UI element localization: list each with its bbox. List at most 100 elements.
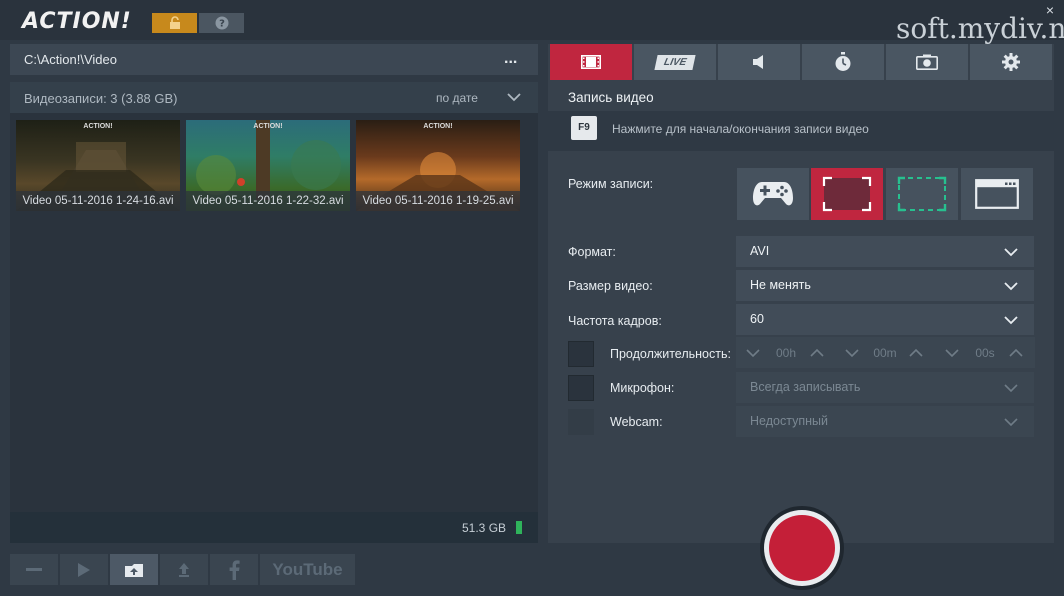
framerate-value: 60: [750, 312, 764, 326]
chevron-up-icon[interactable]: [909, 348, 923, 358]
open-folder-button[interactable]: [110, 554, 158, 585]
upload-arrow-icon: [179, 562, 189, 577]
close-button[interactable]: ×: [1040, 2, 1060, 18]
webcam-value: Недоступный: [750, 414, 828, 428]
format-value: AVI: [750, 244, 770, 258]
file-count: Видеозаписи: 3 (3.88 GB): [24, 91, 178, 106]
duration-minutes-stepper[interactable]: 00m: [835, 337, 935, 368]
thumbnail-caption: Video 05-11-2016 1-24-16.avi: [16, 191, 180, 211]
file-grid: ACTION! Video 05-11-2016 1-24-16.avi ACT…: [10, 113, 538, 512]
thumbnail-logo: ACTION!: [423, 123, 453, 130]
video-size-select[interactable]: Не менять: [736, 270, 1034, 301]
duration-label: Продолжительность:: [610, 347, 731, 361]
folder-path: C:\Action!\Video: [24, 52, 117, 67]
video-size-value: Не менять: [750, 278, 811, 292]
chevron-down-icon[interactable]: [746, 348, 760, 358]
chevron-down-icon: [1004, 282, 1018, 291]
thumbnail-logo: ACTION!: [83, 123, 113, 130]
lock-icon: [169, 16, 180, 29]
app-logo: ACTION!: [22, 9, 132, 34]
speaker-icon: [753, 55, 763, 69]
chevron-down-icon: [1004, 384, 1018, 393]
tab-benchmark[interactable]: [802, 44, 884, 80]
chevron-down-icon: [1004, 316, 1018, 325]
file-list-header: Видеозаписи: 3 (3.88 GB) по дате: [10, 82, 538, 113]
webcam-select[interactable]: Недоступный: [736, 406, 1034, 437]
chevron-down-icon[interactable]: [845, 348, 859, 358]
sort-dropdown[interactable]: по дате: [436, 91, 478, 105]
tab-video[interactable]: [550, 44, 632, 80]
window-icon: [975, 179, 1019, 209]
delete-button[interactable]: [10, 554, 58, 585]
chevron-down-icon: [1004, 418, 1018, 427]
mode-fullscreen-button[interactable]: [811, 168, 883, 220]
upload-button[interactable]: [160, 554, 208, 585]
framerate-select[interactable]: 60: [736, 304, 1034, 335]
mode-region-button[interactable]: [886, 168, 958, 220]
format-label: Формат:: [568, 245, 616, 259]
chevron-up-icon[interactable]: [810, 348, 824, 358]
storage-status-bar: 51.3 GB: [10, 512, 538, 543]
duration-hours-value: 00h: [775, 346, 797, 360]
gear-icon: [1002, 53, 1020, 71]
live-label: LIVE: [662, 56, 688, 68]
mode-window-button[interactable]: [961, 168, 1033, 220]
facebook-share-button[interactable]: [210, 554, 258, 585]
microphone-label: Микрофон:: [610, 381, 675, 395]
live-badge: LIVE: [654, 54, 696, 70]
camera-icon: [916, 54, 938, 70]
webcam-checkbox[interactable]: [568, 409, 594, 435]
stopwatch-icon: [835, 52, 851, 71]
watermark-text: soft.mydiv.net: [896, 12, 1064, 45]
tab-audio[interactable]: [718, 44, 800, 80]
record-dot-icon: [769, 515, 835, 581]
facebook-icon: [229, 559, 240, 580]
lock-button[interactable]: [152, 13, 197, 33]
mode-game-button[interactable]: [737, 168, 809, 220]
tab-settings[interactable]: [970, 44, 1052, 80]
record-hotkey-button[interactable]: F9: [571, 116, 597, 140]
duration-seconds-value: 00s: [975, 346, 995, 360]
help-button[interactable]: ?: [199, 13, 244, 33]
fullscreen-region-icon: [822, 176, 872, 212]
svg-text:?: ?: [219, 19, 225, 30]
framerate-label: Частота кадров:: [568, 314, 662, 328]
record-mode-label: Режим записи:: [568, 177, 654, 191]
chevron-down-icon: [1004, 248, 1018, 257]
chevron-down-icon[interactable]: [506, 91, 522, 103]
hotkey-hint: Нажмите для начала/окончания записи виде…: [612, 122, 869, 136]
video-thumbnail[interactable]: ACTION! Video 05-11-2016 1-24-16.avi: [16, 120, 180, 211]
tab-live[interactable]: LIVE: [634, 44, 716, 80]
duration-seconds-stepper[interactable]: 00s: [935, 337, 1035, 368]
browse-folder-button[interactable]: ...: [504, 50, 524, 67]
microphone-value: Всегда записывать: [750, 380, 861, 394]
video-thumbnail[interactable]: ACTION! Video 05-11-2016 1-22-32.avi: [186, 120, 350, 211]
youtube-share-button[interactable]: YouTube: [260, 554, 355, 585]
chevron-up-icon[interactable]: [1009, 348, 1023, 358]
duration-hours-stepper[interactable]: 00h: [736, 337, 836, 368]
film-icon: [581, 55, 601, 69]
chevron-down-icon[interactable]: [945, 348, 959, 358]
thumbnail-caption: Video 05-11-2016 1-22-32.avi: [186, 191, 350, 211]
duration-checkbox[interactable]: [568, 341, 594, 367]
storage-indicator-icon: [516, 521, 522, 534]
tab-screenshot[interactable]: [886, 44, 968, 80]
video-size-label: Размер видео:: [568, 279, 653, 293]
gamepad-icon: [753, 182, 793, 206]
help-icon: ?: [215, 16, 228, 30]
play-icon: [78, 562, 90, 577]
minus-icon: [26, 567, 42, 571]
microphone-checkbox[interactable]: [568, 375, 594, 401]
duration-minutes-value: 00m: [873, 346, 897, 360]
folder-path-bar: C:\Action!\Video ...: [10, 44, 538, 75]
folder-upload-icon: [125, 563, 143, 577]
video-thumbnail[interactable]: ACTION! Video 05-11-2016 1-19-25.avi: [356, 120, 520, 211]
microphone-select[interactable]: Всегда записывать: [736, 372, 1034, 403]
thumbnail-caption: Video 05-11-2016 1-19-25.avi: [356, 191, 520, 211]
thumbnail-logo: ACTION!: [253, 123, 283, 130]
play-button[interactable]: [60, 554, 108, 585]
webcam-label: Webcam:: [610, 415, 663, 429]
format-select[interactable]: AVI: [736, 236, 1034, 267]
region-select-icon: [897, 176, 947, 212]
disk-free-space: 51.3 GB: [462, 521, 507, 535]
